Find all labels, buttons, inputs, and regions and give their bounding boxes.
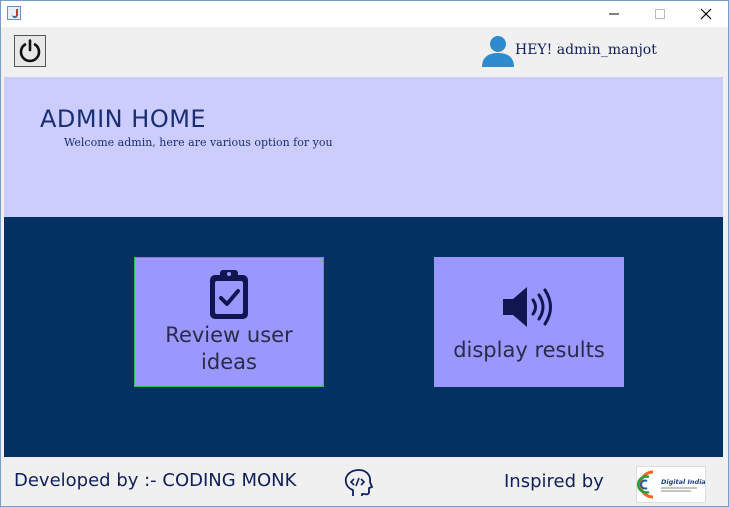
java-icon [7,6,21,20]
digital-india-text: Digital India [661,478,705,486]
digital-india-logo: Digital India [636,466,706,503]
page-subtitle: Welcome admin, here are various option f… [64,136,333,149]
power-button[interactable] [14,35,46,67]
digital-india-emblem: Digital India [636,470,706,499]
review-user-ideas-label: Review user ideas [165,323,293,374]
app-window: HEY! admin_manjot ADMIN HOME Welcome adm… [0,0,729,507]
minimize-button[interactable] [591,1,637,27]
footer: Developed by :- CODING MONK Inspired by … [3,458,726,506]
main-panel: Review user ideas display results [4,217,723,457]
top-bar: HEY! admin_manjot [3,28,726,76]
clipboard-check-icon [210,270,248,319]
header-panel: ADMIN HOME Welcome admin, here are vario… [4,77,723,217]
close-button[interactable] [683,1,729,27]
close-icon [700,8,712,20]
coder-head-icon [344,469,373,496]
display-results-label: display results [453,338,605,362]
user-greeting: HEY! admin_manjot [515,42,657,58]
speaker-icon [503,287,552,327]
power-icon [19,39,41,63]
user-icon [482,36,514,67]
page-title: ADMIN HOME [40,105,207,133]
maximize-icon [655,9,665,19]
developed-by-label: Developed by :- CODING MONK [14,470,297,491]
inspired-by-label: Inspired by [504,471,604,492]
maximize-button[interactable] [637,1,683,27]
minimize-icon [609,13,619,15]
display-results-button[interactable]: display results [434,257,624,387]
title-bar [1,1,728,27]
review-user-ideas-button[interactable]: Review user ideas [134,257,324,387]
